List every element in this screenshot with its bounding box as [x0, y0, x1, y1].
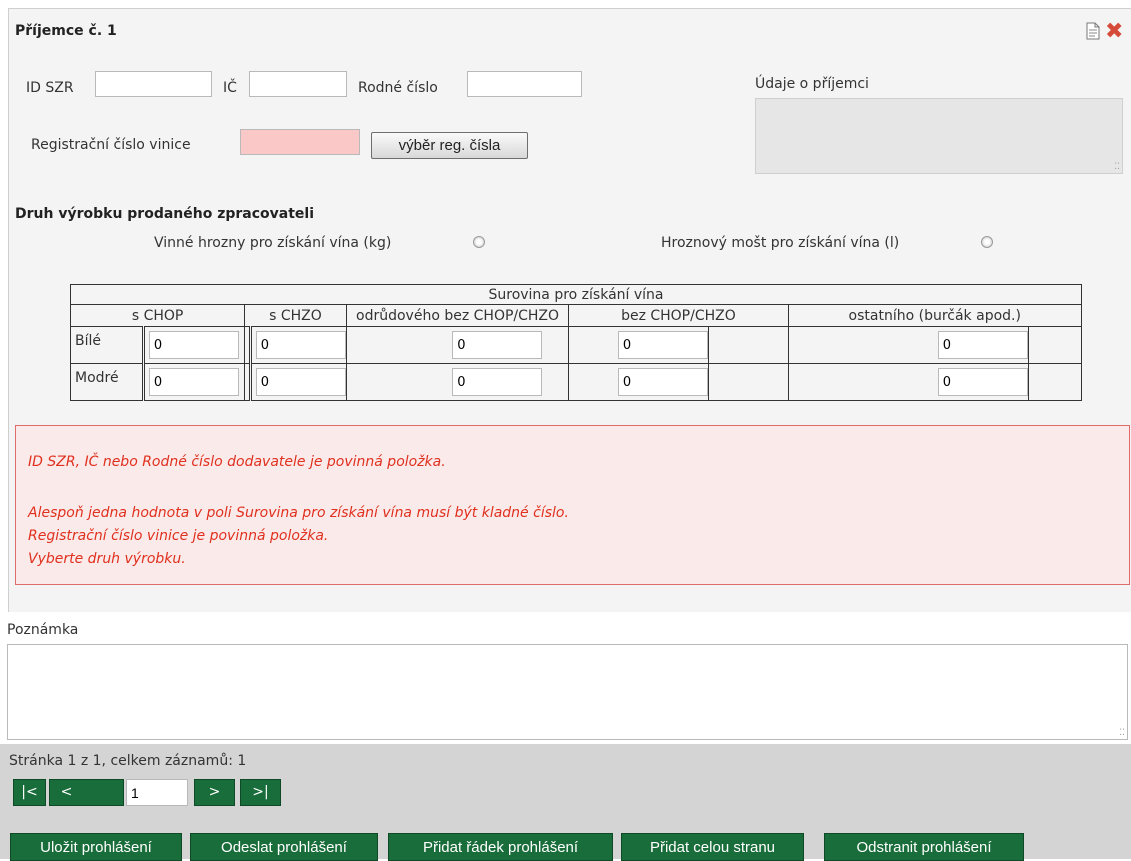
last-page-button[interactable]: >|: [240, 779, 281, 806]
white-without-input[interactable]: [617, 331, 708, 359]
must-option-label: Hroznový mošt pro získání vína (l): [661, 235, 900, 251]
ic-input[interactable]: [249, 71, 347, 97]
white-chop-input[interactable]: [148, 331, 239, 359]
document-icon[interactable]: [1085, 22, 1101, 40]
grapes-option-label: Vinné hrozny pro získání vína (kg): [154, 235, 392, 251]
send-declaration-button[interactable]: Odeslat prohlášení: [190, 833, 378, 861]
rodne-cislo-input[interactable]: [467, 71, 582, 97]
table-row: Modré: [70, 363, 1083, 401]
add-page-button[interactable]: Přidat celou stranu: [621, 833, 804, 861]
red-chop-input[interactable]: [148, 368, 239, 396]
select-reg-number-button[interactable]: výběr reg. čísla: [371, 132, 528, 159]
close-icon[interactable]: ✖: [1105, 21, 1123, 43]
raw-material-table: Surovina pro získání vína s CHOP s CHZO …: [69, 284, 1083, 401]
rodne-cislo-label: Rodné číslo: [358, 80, 438, 96]
error-messages-box: ID SZR, IČ nebo Rodné číslo dodavatele j…: [15, 425, 1130, 585]
note-textarea[interactable]: ⁚⁚: [7, 644, 1128, 740]
resize-grip-icon[interactable]: ⁚⁚: [1114, 163, 1120, 172]
white-chzo-input[interactable]: [255, 331, 346, 359]
ic-label: IČ: [223, 80, 237, 96]
header-icons: ✖: [1083, 21, 1128, 43]
white-varietal-input[interactable]: [452, 331, 543, 359]
table-caption: Surovina pro získání vína: [70, 284, 1082, 305]
row-label-red: Modré: [70, 363, 144, 401]
reg-number-input[interactable]: [240, 129, 360, 155]
note-label: Poznámka: [7, 622, 79, 638]
delete-declaration-button[interactable]: Odstranit prohlášení: [824, 833, 1024, 861]
white-other-input[interactable]: [937, 331, 1028, 359]
recipient-panel: Příjemce č. 1 ✖ ID SZR IČ Rodné číslo Re…: [8, 8, 1131, 612]
red-chzo-input[interactable]: [255, 368, 346, 396]
red-other-input[interactable]: [937, 368, 1028, 396]
prev-page-label: <: [60, 784, 73, 800]
red-without-input[interactable]: [617, 368, 708, 396]
error-message: Vyberte druh výrobku.: [28, 551, 186, 567]
add-row-button[interactable]: Přidat řádek prohlášení: [388, 833, 613, 861]
col-header-without: bez CHOP/CHZO: [568, 304, 789, 327]
id-szr-label: ID SZR: [26, 80, 74, 96]
grapes-radio[interactable]: [473, 236, 485, 248]
reg-number-label: Registrační číslo vinice: [31, 137, 191, 153]
next-page-button[interactable]: >: [194, 779, 235, 806]
save-declaration-button[interactable]: Uložit prohlášení: [10, 833, 182, 861]
footer-bar: Stránka 1 z 1, celkem záznamů: 1 |< < > …: [0, 744, 1131, 861]
recipient-info-label: Údaje o příjemci: [755, 76, 869, 92]
resize-grip-icon[interactable]: ⁚⁚: [1119, 729, 1125, 738]
col-header-chop: s CHOP: [69, 304, 246, 327]
error-message: ID SZR, IČ nebo Rodné číslo dodavatele j…: [28, 454, 446, 470]
col-header-varietal: odrůdového bez CHOP/CHZO: [345, 304, 570, 327]
table-row: Bílé: [70, 326, 1083, 364]
row-label-white: Bílé: [70, 326, 144, 364]
col-header-chzo: s CHZO: [244, 304, 347, 327]
red-varietal-input[interactable]: [452, 368, 543, 396]
col-header-other: ostatního (burčák apod.): [787, 304, 1082, 327]
error-message: Alespoň jedna hodnota v poli Surovina pr…: [28, 505, 569, 521]
error-message: Registrační číslo vinice je povinná polo…: [28, 528, 329, 544]
product-type-title: Druh výrobku prodaného zpracovateli: [15, 206, 315, 222]
page-number-input[interactable]: [126, 779, 188, 806]
recipient-info-box: ⁚⁚: [755, 98, 1123, 174]
first-page-button[interactable]: |<: [13, 779, 46, 806]
id-szr-input[interactable]: [95, 71, 212, 97]
panel-title: Příjemce č. 1: [15, 23, 117, 39]
must-radio[interactable]: [981, 236, 993, 248]
pager-status: Stránka 1 z 1, celkem záznamů: 1: [9, 753, 247, 769]
prev-page-button[interactable]: <: [49, 779, 124, 806]
